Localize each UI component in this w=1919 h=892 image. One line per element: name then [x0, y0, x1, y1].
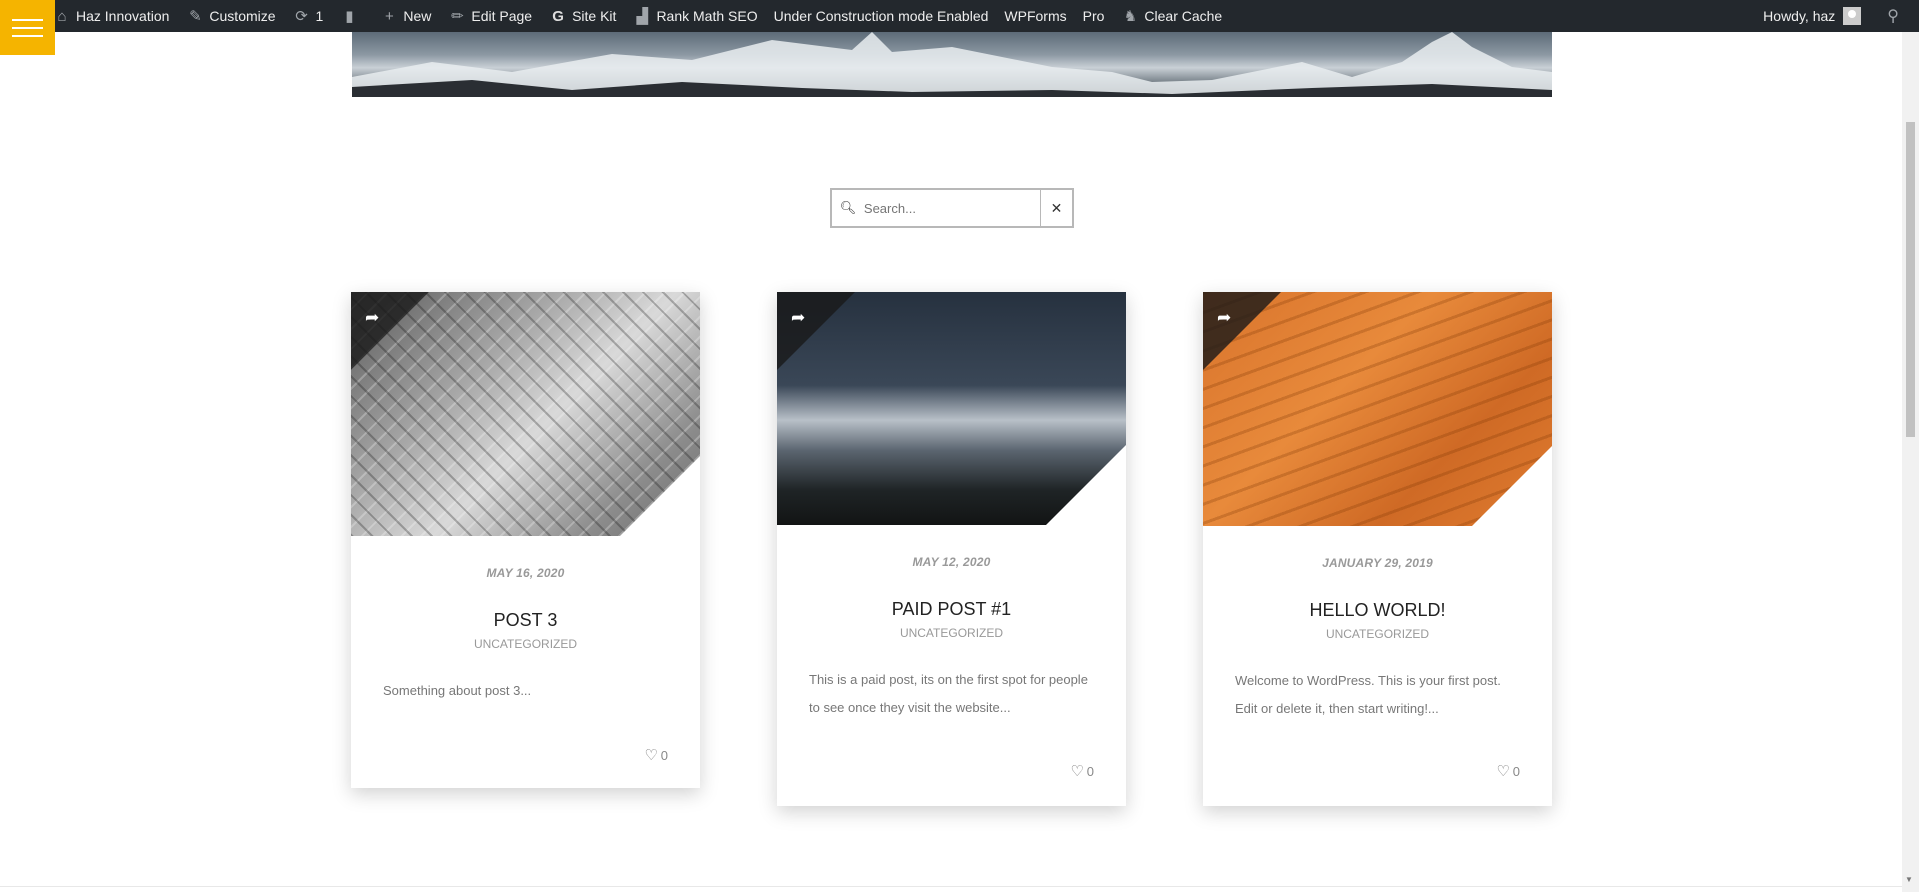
- hamburger-line: [12, 35, 43, 37]
- search-icon: 🔍︎: [839, 200, 857, 215]
- admin-bar-new[interactable]: + New: [371, 0, 439, 32]
- hamburger-line: [12, 19, 43, 21]
- admin-bar-under-construction[interactable]: Under Construction mode Enabled: [766, 0, 997, 32]
- wpforms-label: WPForms: [1004, 8, 1067, 24]
- post-title[interactable]: PAID POST #1: [777, 599, 1126, 620]
- clear-search-button[interactable]: ✕: [1039, 190, 1072, 226]
- search-icon[interactable]: ⚲: [1887, 6, 1899, 26]
- post-thumbnail[interactable]: ➦: [351, 292, 700, 536]
- new-label: New: [403, 8, 432, 24]
- post-category[interactable]: UNCATEGORIZED: [1203, 627, 1552, 641]
- hamburger-line: [12, 27, 43, 29]
- admin-bar-site-name[interactable]: ⌂ Haz Innovation: [44, 0, 177, 32]
- admin-bar-site-kit[interactable]: G Site Kit: [540, 0, 624, 32]
- corner-cut: [1046, 445, 1126, 525]
- site-kit-label: Site Kit: [572, 8, 617, 24]
- like-button[interactable]: ♡ 0: [1496, 762, 1520, 780]
- heart-icon: ♡: [1496, 763, 1510, 780]
- share-icon[interactable]: ➦: [1217, 308, 1231, 328]
- corner-cut: [620, 456, 700, 536]
- like-button[interactable]: ♡ 0: [1070, 762, 1094, 780]
- post-excerpt: Welcome to WordPress. This is your first…: [1235, 673, 1501, 716]
- cache-icon: ♞: [1123, 8, 1138, 25]
- updates-count: 1: [315, 8, 324, 24]
- post-card[interactable]: ➦ JANUARY 29, 2019 HELLO WORLD! UNCATEGO…: [1203, 292, 1552, 806]
- share-corner: [777, 292, 855, 370]
- under-construction-label: Under Construction mode Enabled: [773, 8, 989, 24]
- search-input[interactable]: [863, 190, 1040, 226]
- admin-bar-rank-math[interactable]: ▟ Rank Math SEO: [624, 0, 765, 32]
- post-title[interactable]: HELLO WORLD!: [1203, 600, 1552, 621]
- post-date: MAY 16, 2020: [486, 566, 565, 580]
- admin-bar-customize[interactable]: ✎ Customize: [177, 0, 283, 32]
- rank-math-label: Rank Math SEO: [656, 8, 758, 24]
- customize-label: Customize: [209, 8, 276, 24]
- like-count: 0: [1512, 763, 1520, 779]
- brush-icon: ✎: [189, 8, 202, 25]
- avatar: [1843, 7, 1862, 25]
- home-icon: ⌂: [57, 7, 67, 25]
- post-card[interactable]: ➦ MAY 16, 2020 POST 3 UNCATEGORIZED Some…: [351, 292, 700, 788]
- clear-cache-label: Clear Cache: [1144, 8, 1223, 24]
- admin-bar-pro[interactable]: Pro: [1075, 0, 1113, 32]
- site-name-label: Haz Innovation: [76, 8, 170, 24]
- post-card[interactable]: ➦ MAY 12, 2020 PAID POST #1 UNCATEGORIZE…: [777, 292, 1126, 806]
- scrollbar-thumb[interactable]: [1906, 122, 1915, 437]
- google-icon: G: [552, 7, 564, 25]
- heart-icon: ♡: [644, 747, 658, 764]
- scrollbar[interactable]: ▼: [1902, 32, 1919, 892]
- share-icon[interactable]: ➦: [365, 308, 379, 328]
- post-date: JANUARY 29, 2019: [1322, 556, 1433, 570]
- post-category[interactable]: UNCATEGORIZED: [351, 637, 700, 651]
- share-corner: [1203, 292, 1281, 370]
- admin-bar-right: Howdy, haz ⚲: [1755, 0, 1899, 32]
- like-count: 0: [660, 747, 668, 763]
- updates-icon: ⟳: [295, 8, 308, 25]
- admin-bar-wpforms[interactable]: WPForms: [996, 0, 1074, 32]
- edit-page-label: Edit Page: [471, 8, 533, 24]
- admin-bar-updates[interactable]: ⟳ 1: [284, 0, 332, 32]
- post-title[interactable]: POST 3: [351, 610, 700, 631]
- post-thumbnail[interactable]: ➦: [777, 292, 1126, 525]
- admin-bar-comments[interactable]: ▮: [331, 0, 371, 32]
- admin-bar-clear-cache[interactable]: ♞ Clear Cache: [1112, 0, 1230, 32]
- scroll-down-arrow-icon[interactable]: ▼: [1905, 875, 1913, 884]
- rank-math-icon: ▟: [636, 8, 649, 25]
- share-icon[interactable]: ➦: [791, 308, 805, 328]
- heart-icon: ♡: [1070, 763, 1084, 780]
- plus-icon: +: [384, 7, 394, 25]
- mountain-graphic: [352, 32, 1552, 97]
- post-thumbnail[interactable]: ➦: [1203, 292, 1552, 526]
- post-excerpt: This is a paid post, its on the first sp…: [809, 672, 1088, 715]
- menu-toggle-button[interactable]: [0, 0, 55, 55]
- howdy-label: Howdy, haz: [1763, 8, 1836, 24]
- pencil-icon: ✏: [451, 8, 464, 25]
- hero-image: [352, 32, 1552, 97]
- admin-bar-edit-page[interactable]: ✏ Edit Page: [439, 0, 540, 32]
- post-category[interactable]: UNCATEGORIZED: [777, 626, 1126, 640]
- admin-bar: ⌂ Haz Innovation ✎ Customize ⟳ 1 ▮ + New…: [0, 0, 1919, 32]
- share-corner: [351, 292, 429, 370]
- corner-cut: [1472, 446, 1552, 526]
- search-box: 🔍︎ ✕: [830, 188, 1074, 228]
- comment-icon: ▮: [345, 8, 354, 25]
- post-excerpt: Something about post 3...: [383, 683, 532, 698]
- pro-label: Pro: [1082, 8, 1105, 24]
- post-date: MAY 12, 2020: [912, 555, 991, 569]
- divider: [0, 886, 1902, 887]
- admin-bar-left: ⌂ Haz Innovation ✎ Customize ⟳ 1 ▮ + New…: [44, 0, 1230, 32]
- like-count: 0: [1086, 763, 1094, 779]
- admin-bar-account[interactable]: Howdy, haz: [1755, 0, 1869, 32]
- like-button[interactable]: ♡ 0: [644, 746, 668, 764]
